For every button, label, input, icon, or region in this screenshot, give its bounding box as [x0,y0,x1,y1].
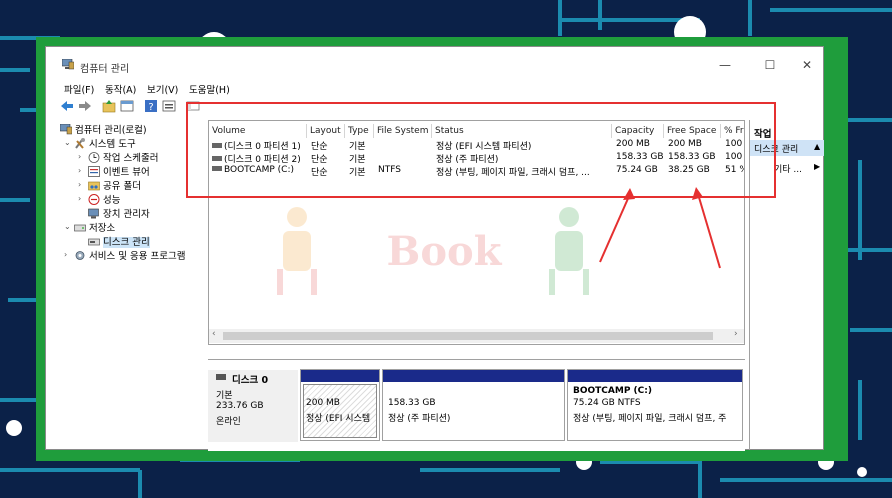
back-arrow-icon[interactable] [60,99,74,113]
chevron-right-icon[interactable]: › [78,166,81,175]
partition-name: BOOTCAMP (C:) [573,386,652,396]
clock-icon [88,152,100,163]
tree-item-label: 디스크 관리 [103,237,150,248]
computer-management-icon [60,124,72,135]
storage-icon [74,224,86,232]
partition-status: 정상 (부팅, 페이지 파일, 크래시 덤프, 주 [573,414,727,424]
tree-item-label: 공유 폴더 [103,181,141,192]
chevron-right-icon[interactable]: › [78,180,81,189]
tree-item-label: 저장소 [89,223,116,234]
menu-bar: 파일(F) 동작(A) 보기(V) 도움말(H) [46,79,823,97]
menu-file[interactable]: 파일(F) [64,82,94,96]
tree-item-shared-folders[interactable]: 공유 폴더 [88,178,141,192]
event-viewer-icon [88,166,100,177]
disk-state: 온라인 [216,417,241,427]
tree-item-performance[interactable]: 성능 [88,192,120,206]
partition-size: 75.24 GB NTFS [573,398,641,408]
tree-item-label: 컴퓨터 관리(로컬) [75,125,147,136]
close-button[interactable]: ✕ [792,55,822,75]
tools-icon [75,138,85,149]
disk-management-icon [88,238,100,246]
chevron-right-icon[interactable]: › [78,194,81,203]
tree-item-event-viewer[interactable]: 이벤트 뷰어 [88,164,150,178]
partition-size: 200 MB [306,398,340,408]
show-hide-tree-icon[interactable] [120,99,134,113]
partition-status: 정상 (주 파티션) [388,414,451,424]
tree-item-system-tools[interactable]: 시스템 도구 [74,136,136,150]
chevron-right-icon[interactable]: › [78,152,81,161]
tree-item-label: 시스템 도구 [89,139,136,150]
device-manager-icon [88,208,99,219]
partition-efi[interactable]: 200 MB 정상 (EFI 시스템 [300,369,380,441]
window-title: 컴퓨터 관리 [80,64,130,75]
title-bar: 컴퓨터 관리 — ☐ ✕ [46,47,823,77]
annotation-arrows [599,187,721,269]
partition-primary[interactable]: 158.33 GB 정상 (주 파티션) [382,369,565,441]
tree-item-root[interactable]: 컴퓨터 관리(로컬) [60,122,147,136]
menu-action[interactable]: 동작(A) [105,82,136,96]
menu-help[interactable]: 도움말(H) [189,82,230,96]
forward-arrow-icon[interactable] [78,99,92,113]
partition-size: 158.33 GB [388,398,436,408]
partition-bar [301,370,379,382]
disk-icon [216,374,226,380]
actions-more[interactable]: 기타 ... [774,162,802,175]
submenu-arrow-icon[interactable]: ▶ [814,162,820,171]
scroll-left-icon[interactable]: ‹ [212,329,216,339]
chevron-right-icon[interactable]: › [64,250,67,259]
tree-item-services-apps[interactable]: 서비스 및 응용 프로그램 [74,248,185,262]
watermark: Book [277,207,589,295]
performance-icon [88,194,100,205]
tree-item-label: 서비스 및 응용 프로그램 [89,251,186,262]
collapse-triangle-icon[interactable]: ▲ [814,142,820,151]
partition-status: 정상 (EFI 시스템 [306,414,371,424]
disk-size: 233.76 GB [216,401,264,411]
up-folder-icon[interactable] [102,99,116,113]
menu-view[interactable]: 보기(V) [147,82,178,96]
shared-folder-icon [88,181,100,191]
scroll-right-icon[interactable]: › [734,329,738,339]
tree-item-device-manager[interactable]: 장치 관리자 [88,206,150,220]
svg-text:?: ? [148,102,153,113]
tree-item-disk-management[interactable]: 디스크 관리 [88,234,150,248]
chevron-down-icon[interactable]: ⌄ [64,222,71,231]
tree-item-label: 작업 스케줄러 [103,153,159,164]
tree-item-task-scheduler[interactable]: 작업 스케줄러 [88,150,158,164]
disk-type: 기본 [216,391,233,401]
tree-item-label: 이벤트 뷰어 [103,167,150,178]
tree-item-storage[interactable]: 저장소 [74,220,115,234]
partition-bar [568,370,742,382]
computer-management-icon [62,59,74,70]
maximize-button[interactable]: ☐ [755,55,785,75]
disk-map: 디스크 0 기본 233.76 GB 온라인 200 MB 정상 (EFI 시스… [208,359,745,451]
watermark-text: Book [387,228,503,275]
scrollbar-thumb[interactable] [223,332,713,340]
chevron-down-icon[interactable]: ⌄ [64,138,71,147]
minimize-button[interactable]: — [710,55,740,75]
partition-bootcamp[interactable]: BOOTCAMP (C:) 75.24 GB NTFS 정상 (부팅, 페이지 … [567,369,743,441]
disk-name: 디스크 0 [232,375,269,386]
help-icon[interactable]: ? [144,99,158,113]
services-icon [75,251,85,260]
tree-item-label: 장치 관리자 [103,209,150,220]
tree-item-label: 성능 [103,195,121,206]
partition-bar [383,370,564,382]
properties-icon[interactable] [162,99,176,113]
disk-0-label[interactable]: 디스크 0 기본 233.76 GB 온라인 [208,370,298,442]
horizontal-scrollbar[interactable]: ‹ › [209,329,744,343]
